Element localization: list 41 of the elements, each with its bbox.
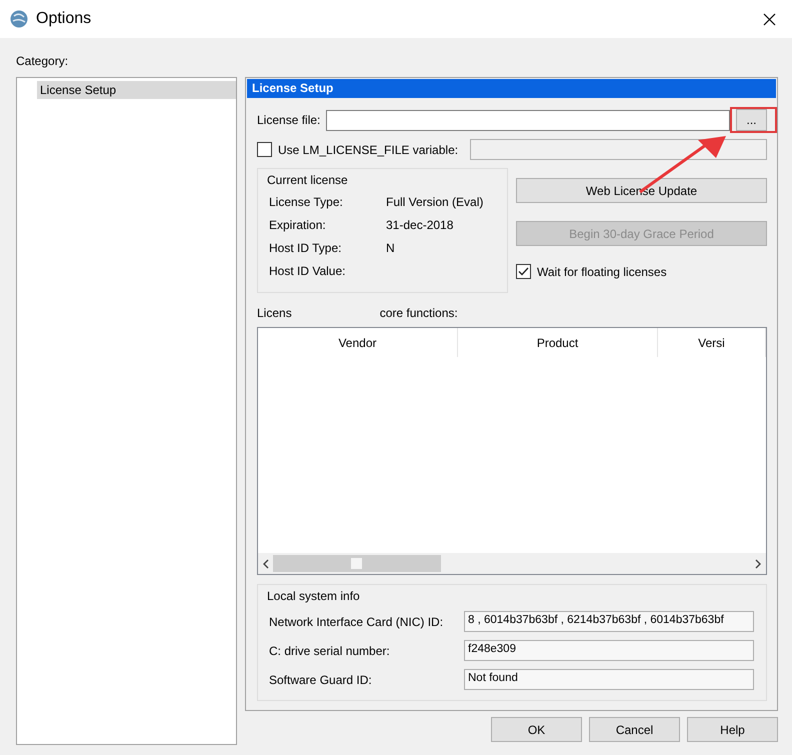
column-header[interactable]: Vendor — [258, 328, 458, 357]
window-title: Options — [36, 10, 92, 28]
panel-header: License Setup — [247, 79, 776, 98]
info-value: N — [386, 241, 396, 255]
info-value: 31-dec-2018 — [386, 218, 454, 232]
features-label: Licens — [257, 306, 292, 320]
info-label: Network Interface Card (NIC) ID: — [269, 614, 444, 628]
info-label: Expiration: — [269, 218, 327, 232]
category-label: Category: — [16, 54, 70, 68]
checkbox[interactable] — [257, 142, 272, 157]
column-header[interactable]: Versi — [658, 328, 766, 357]
license-file-label: License file: — [257, 113, 320, 127]
info-field: 8 , 6014b37b63bf , 6214b37b63bf , 6014b37b63bf — [464, 611, 754, 632]
globe-icon — [10, 10, 28, 28]
checkbox-label: Wait for floating licenses — [537, 264, 667, 278]
info-label: License Type: — [269, 195, 344, 209]
info-label: Software Guard ID: — [269, 672, 373, 686]
group-title: Current license — [267, 173, 349, 187]
browse-button[interactable]: ... — [736, 109, 767, 131]
dialog-button[interactable]: OK — [491, 717, 582, 742]
info-value: Full Version (Eval) — [386, 195, 484, 209]
group-title: Local system info — [267, 589, 361, 603]
license-file-field[interactable] — [326, 110, 730, 130]
info-label: Host ID Type: — [269, 241, 342, 255]
column-header[interactable]: Product — [458, 328, 658, 357]
scroll-left-icon[interactable] — [262, 558, 269, 568]
variable-field[interactable] — [470, 139, 767, 160]
scrollbar-thumb[interactable] — [273, 555, 441, 572]
close-icon[interactable] — [762, 12, 776, 26]
category-item[interactable]: License Setup — [37, 81, 236, 99]
info-label: Host ID Value: — [269, 264, 346, 278]
checkbox-label: Use LM_LICENSE_FILE variable: — [278, 142, 460, 156]
features-label: core functions: — [380, 306, 458, 320]
dialog-button[interactable]: Cancel — [589, 717, 680, 742]
checkbox[interactable] — [516, 264, 531, 279]
info-field: Not found — [464, 669, 754, 690]
dialog-button[interactable]: Help — [687, 717, 778, 742]
info-field: f248e309 — [464, 640, 754, 661]
highlight-frame — [730, 107, 777, 133]
scroll-right-icon[interactable] — [755, 558, 762, 568]
info-label: C: drive serial number: — [269, 644, 391, 658]
